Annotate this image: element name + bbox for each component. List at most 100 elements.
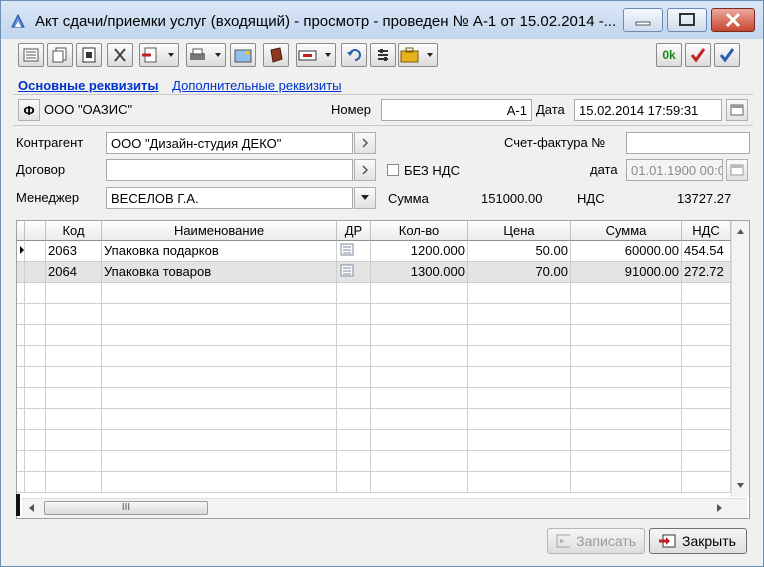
contragent-field[interactable]: ООО "Дизайн-студия ДЕКО" <box>106 132 353 154</box>
list-icon <box>23 48 39 62</box>
col-header-qty[interactable]: Кол-во <box>371 221 468 241</box>
minimize-button[interactable] <box>623 8 663 32</box>
cell-vat <box>682 472 731 493</box>
row-indicator <box>17 409 25 430</box>
col-header-sum[interactable]: Сумма <box>571 221 682 241</box>
cell-dr <box>337 472 371 493</box>
col-header-name[interactable]: Наименование <box>102 221 337 241</box>
cell-price[interactable]: 50.00 <box>468 241 571 262</box>
document-button[interactable] <box>76 43 102 67</box>
scroll-down-icon[interactable] <box>732 479 749 493</box>
title-bar[interactable]: Акт сдачи/приемки услуг (входящий) - про… <box>1 1 763 39</box>
close-window-button[interactable] <box>711 8 755 32</box>
scroll-right-icon[interactable] <box>712 499 726 518</box>
print-button[interactable] <box>186 43 226 67</box>
cell-price <box>468 346 571 367</box>
cell-price[interactable]: 70.00 <box>468 262 571 283</box>
no-vat-checkbox[interactable] <box>387 164 399 176</box>
org-name: ООО "ОАЗИС" <box>44 102 133 117</box>
contract-select-button[interactable] <box>354 159 376 181</box>
cell-qty[interactable]: 1300.000 <box>371 262 468 283</box>
row-indicator <box>17 472 25 493</box>
cell-vat <box>682 388 731 409</box>
contragent-select-button[interactable] <box>354 132 376 154</box>
cell-name[interactable]: Упаковка подарков <box>102 241 337 262</box>
cell-vat[interactable]: 272.72 <box>682 262 731 283</box>
book-button[interactable] <box>263 43 289 67</box>
cut-button[interactable] <box>107 43 133 67</box>
settings-button[interactable] <box>370 43 396 67</box>
copy-button[interactable] <box>47 43 73 67</box>
manager-dropdown-button[interactable] <box>354 187 376 209</box>
invoice-label: Счет-фактура № <box>504 135 606 150</box>
cell-vat <box>682 346 731 367</box>
undo-button[interactable] <box>341 43 367 67</box>
cell-sum[interactable]: 60000.00 <box>571 241 682 262</box>
org-select-button[interactable]: Ф <box>18 99 40 121</box>
tab-additional-requisites[interactable]: Дополнительные реквизиты <box>172 78 341 93</box>
confirm-blue-button[interactable] <box>714 43 740 67</box>
briefcase-button[interactable] <box>398 43 438 67</box>
sum-value: 151000.00 <box>481 191 543 206</box>
check-red-icon <box>690 48 706 63</box>
cell-vat[interactable]: 454.54 <box>682 241 731 262</box>
tab-links: Основные реквизиты Дополнительные реквиз… <box>18 78 342 93</box>
cell-code <box>46 430 102 451</box>
maximize-button[interactable] <box>667 8 707 32</box>
cell-name[interactable]: Упаковка товаров <box>102 262 337 283</box>
cell-dr[interactable] <box>337 241 371 262</box>
invoice-field[interactable] <box>626 132 750 154</box>
cell-qty <box>371 367 468 388</box>
confirm-red-button[interactable] <box>685 43 711 67</box>
date-picker-button[interactable] <box>726 99 748 121</box>
scroll-left-icon[interactable] <box>25 499 39 518</box>
cell-code[interactable]: 2063 <box>46 241 102 262</box>
cell-name <box>102 346 337 367</box>
cell-qty <box>371 304 468 325</box>
grid-edge-mark <box>16 494 20 516</box>
arrow-right-icon <box>362 165 369 175</box>
list-button[interactable] <box>18 43 44 67</box>
invoice-date-picker-button[interactable] <box>726 159 748 181</box>
empty-row <box>17 346 731 367</box>
close-button[interactable]: Закрыть <box>649 528 747 554</box>
document-window: Акт сдачи/приемки услуг (входящий) - про… <box>0 0 764 567</box>
close-button-label: Закрыть <box>682 533 736 549</box>
col-header-vat[interactable]: НДС <box>682 221 731 241</box>
date-field[interactable]: 15.02.2014 17:59:31 <box>574 99 722 121</box>
cell-code[interactable]: 2064 <box>46 262 102 283</box>
save-button[interactable]: Записать <box>547 528 645 554</box>
contract-field[interactable] <box>106 159 353 181</box>
manager-select[interactable]: ВЕСЕЛОВ Г.А. <box>106 187 353 209</box>
import-button[interactable] <box>139 43 179 67</box>
number-field[interactable]: А-1 <box>381 99 532 121</box>
cell-name <box>102 430 337 451</box>
cell-sum[interactable]: 91000.00 <box>571 262 682 283</box>
ok-button[interactable]: 0k <box>656 43 682 67</box>
cell-sum <box>571 430 682 451</box>
scroll-thumb[interactable]: III <box>44 501 208 515</box>
picture-button[interactable] <box>230 43 256 67</box>
cell-qty <box>371 451 468 472</box>
cell-sum <box>571 346 682 367</box>
close-icon <box>725 12 741 28</box>
cell-qty[interactable]: 1200.000 <box>371 241 468 262</box>
col-header-price[interactable]: Цена <box>468 221 571 241</box>
cell-dr[interactable] <box>337 262 371 283</box>
print-icon <box>190 48 221 60</box>
message-button[interactable] <box>296 43 336 67</box>
row-indicator <box>17 346 25 367</box>
invoice-date-field[interactable]: 01.01.1900 00:00:00 <box>626 159 723 181</box>
row-blank <box>25 367 46 388</box>
scroll-up-icon[interactable] <box>732 225 749 239</box>
vertical-scrollbar[interactable] <box>731 221 749 497</box>
col-header-code[interactable]: Код <box>46 221 102 241</box>
table-row[interactable]: 2063 Упаковка подарков 1200.000 50.00 60000.… <box>17 241 731 262</box>
book-icon <box>270 47 283 63</box>
cell-name <box>102 367 337 388</box>
table-row[interactable]: 2064 Упаковка товаров 1300.000 70.00 91000.0… <box>17 262 731 283</box>
col-header-dr[interactable]: ДР <box>337 221 371 241</box>
tab-main-requisites[interactable]: Основные реквизиты <box>18 78 159 93</box>
cell-vat <box>682 304 731 325</box>
horizontal-scrollbar[interactable]: III <box>22 498 747 518</box>
